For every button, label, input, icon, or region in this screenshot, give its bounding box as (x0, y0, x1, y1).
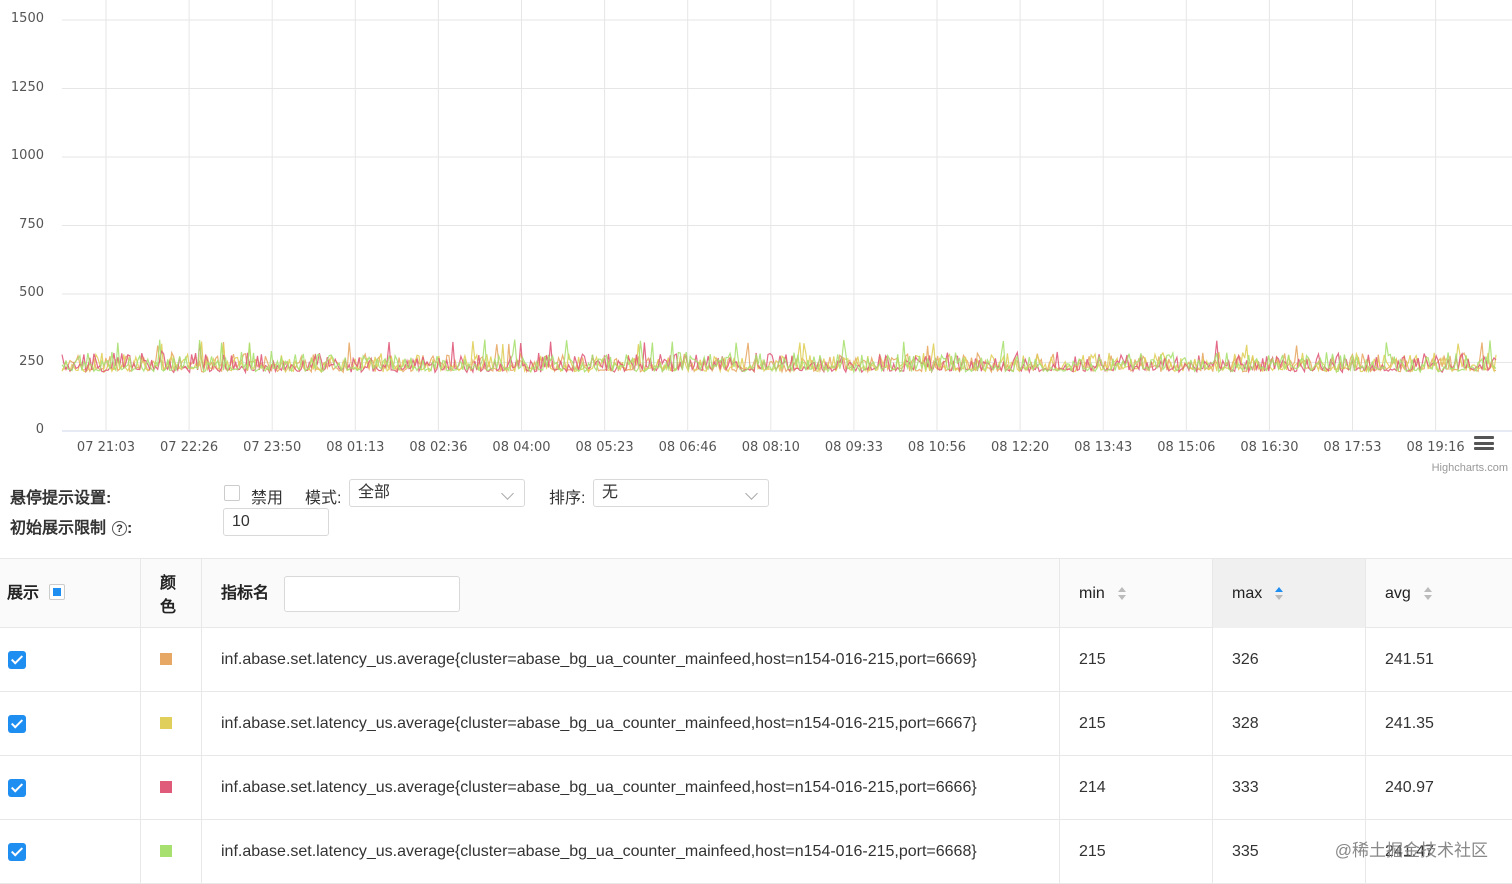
x-tick-label: 08 02:36 (409, 440, 468, 455)
y-tick-label: 1250 (10, 79, 44, 95)
table-row[interactable]: inf.abase.set.latency_us.average{cluster… (0, 756, 1512, 820)
row-max: 328 (1213, 692, 1366, 755)
row-show-checkbox[interactable] (8, 843, 26, 861)
x-tick-label: 08 17:53 (1323, 440, 1382, 455)
table-row[interactable]: inf.abase.set.latency_us.average{cluster… (0, 628, 1512, 692)
row-metric-name: inf.abase.set.latency_us.average{cluster… (202, 820, 1060, 883)
header-color-line1: 颜 (160, 575, 177, 592)
hamburger-menu-icon[interactable] (1474, 436, 1494, 450)
row-show-cell (0, 756, 141, 819)
header-max-label: max (1232, 585, 1263, 602)
sort-icon[interactable] (1274, 586, 1284, 601)
row-min: 214 (1060, 756, 1213, 819)
table-header: 展示 颜 色 指标名 min max avg (0, 558, 1512, 628)
x-tick-label: 08 08:10 (741, 440, 800, 455)
sort-icon[interactable] (1423, 586, 1433, 601)
row-show-checkbox[interactable] (8, 779, 26, 797)
latency-chart[interactable]: 0 250 500 750 1000 1250 1500 07 21:03 07 22:26 0… (0, 0, 1512, 478)
x-tick-label: 08 10:56 (907, 440, 967, 455)
name-filter-input[interactable] (284, 576, 460, 612)
mode-label: 模式: (305, 490, 342, 507)
y-tick-label: 750 (19, 216, 44, 232)
row-avg: 241.51 (1385, 651, 1434, 668)
x-tick-label: 08 09:33 (824, 440, 883, 455)
row-show-checkbox[interactable] (8, 651, 26, 669)
limit-label: 初始展示限制 (10, 520, 107, 537)
x-tick-label: 07 21:03 (76, 440, 136, 455)
x-tick-label: 08 05:23 (575, 440, 634, 455)
sort-icon[interactable] (1117, 586, 1127, 601)
color-swatch (160, 845, 172, 857)
row-min: 215 (1060, 820, 1213, 883)
x-tick-label: 08 13:43 (1074, 440, 1133, 455)
y-tick-label: 0 (35, 422, 44, 437)
header-name: 指标名 (202, 559, 1060, 628)
x-tick-label: 07 23:50 (243, 440, 302, 455)
row-metric-name: inf.abase.set.latency_us.average{cluster… (202, 692, 1060, 755)
y-tick-label: 250 (19, 353, 44, 369)
x-tick-label: 08 19:16 (1406, 440, 1465, 455)
chevron-down-icon (745, 487, 758, 500)
header-min-label: min (1079, 585, 1105, 602)
tooltip-settings: 悬停提示设置: 禁用 模式: 全部 排序: 无 初始展示限制?: 10 (0, 478, 1512, 558)
x-tick-label: 08 06:46 (658, 440, 717, 455)
x-tick-label: 08 16:30 (1240, 440, 1299, 455)
color-swatch (160, 781, 172, 793)
header-show-label: 展示 (7, 585, 40, 602)
row-avg: 240.97 (1385, 779, 1434, 796)
mode-select-value: 全部 (358, 484, 391, 501)
watermark: @稀土掘金技术社区 (1334, 841, 1488, 860)
y-tick-label: 1500 (10, 11, 44, 26)
row-metric-name: inf.abase.set.latency_us.average{cluster… (202, 756, 1060, 819)
table-row[interactable]: inf.abase.set.latency_us.average{cluster… (0, 692, 1512, 756)
metrics-table: 展示 颜 色 指标名 min max avg inf.abase.set.lat… (0, 558, 1512, 884)
row-max: 326 (1213, 628, 1366, 691)
row-min: 215 (1060, 692, 1213, 755)
help-icon[interactable]: ? (112, 521, 128, 536)
row-max: 333 (1213, 756, 1366, 819)
mode-select[interactable]: 全部 (349, 479, 525, 507)
row-show-checkbox[interactable] (8, 715, 26, 733)
row-show-cell (0, 692, 141, 755)
select-all-checkbox[interactable] (49, 584, 66, 600)
y-tick-label: 500 (19, 285, 44, 300)
y-tick-label: 1000 (10, 148, 44, 163)
header-avg-label: avg (1385, 585, 1411, 602)
header-min[interactable]: min (1060, 559, 1213, 628)
disable-label: 禁用 (251, 490, 284, 507)
x-tick-label: 08 12:20 (991, 440, 1050, 455)
color-swatch (160, 717, 172, 729)
header-color: 颜 色 (141, 559, 202, 628)
header-max[interactable]: max (1213, 559, 1366, 628)
color-swatch (160, 653, 172, 665)
header-avg[interactable]: avg (1366, 559, 1512, 628)
chevron-down-icon (501, 487, 514, 500)
header-color-line2: 色 (160, 599, 177, 616)
highcharts-credits[interactable]: Highcharts.com (1432, 462, 1508, 474)
row-avg: 241.35 (1385, 715, 1434, 732)
x-tick-label: 08 01:13 (326, 440, 385, 455)
row-show-cell (0, 820, 141, 883)
sort-select-value: 无 (602, 484, 619, 501)
hover-settings-label: 悬停提示设置: (10, 490, 112, 507)
header-show: 展示 (0, 559, 141, 628)
row-color-cell (141, 820, 202, 883)
x-tick-label: 07 22:26 (160, 440, 219, 455)
row-color-cell (141, 756, 202, 819)
table-row[interactable]: inf.abase.set.latency_us.average{cluster… (0, 820, 1512, 884)
x-tick-label: 08 04:00 (492, 440, 551, 455)
disable-checkbox[interactable] (224, 485, 240, 501)
sort-label: 排序: (549, 490, 586, 507)
row-min: 215 (1060, 628, 1213, 691)
row-show-cell (0, 628, 141, 691)
header-name-label: 指标名 (221, 585, 270, 602)
row-color-cell (141, 692, 202, 755)
chart-plot[interactable] (0, 0, 1512, 478)
limit-label-wrap: 初始展示限制?: (10, 520, 133, 537)
limit-input[interactable]: 10 (223, 508, 329, 536)
row-color-cell (141, 628, 202, 691)
sort-select[interactable]: 无 (593, 479, 769, 507)
row-metric-name: inf.abase.set.latency_us.average{cluster… (202, 628, 1060, 691)
x-tick-label: 08 15:06 (1157, 440, 1216, 455)
